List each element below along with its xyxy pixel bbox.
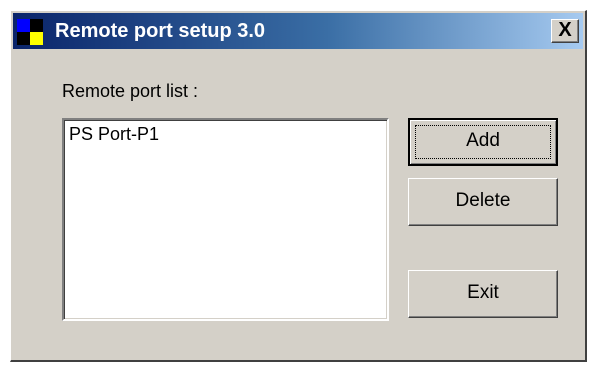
close-button[interactable]: X <box>551 19 579 43</box>
dialog-window: Remote port setup 3.0 X Remote port list… <box>10 10 587 362</box>
add-button[interactable]: Add <box>408 118 558 166</box>
app-icon-quadrant <box>30 19 43 32</box>
app-icon-quadrant <box>17 32 30 45</box>
add-button-label: Add <box>466 130 500 151</box>
title-bar[interactable]: Remote port setup 3.0 X <box>13 13 583 49</box>
remote-port-listbox[interactable]: PS Port-P1 <box>62 118 389 321</box>
delete-button-label: Delete <box>455 190 511 211</box>
app-icon-quadrant <box>17 19 30 32</box>
exit-button-label: Exit <box>467 282 499 303</box>
exit-button[interactable]: Exit <box>408 270 558 318</box>
window-title: Remote port setup 3.0 <box>55 20 266 42</box>
list-item[interactable]: PS Port-P1 <box>69 123 382 145</box>
app-icon-quadrant <box>30 32 43 45</box>
remote-port-list-label: Remote port list : <box>62 81 199 101</box>
app-icon <box>17 19 43 45</box>
delete-button[interactable]: Delete <box>408 178 558 226</box>
close-icon: X <box>558 19 572 41</box>
